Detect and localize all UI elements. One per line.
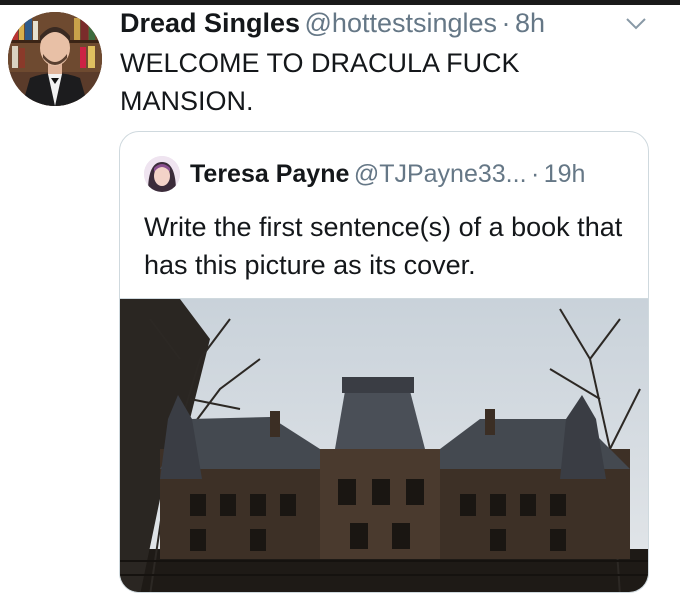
- separator-dot: ·: [501, 8, 511, 38]
- quoted-tweet-text: Write the first sentence(s) of a book th…: [144, 212, 623, 280]
- tweet-header: Dread Singles @hottestsingles · 8h: [120, 8, 545, 44]
- quoted-avatar[interactable]: [144, 156, 180, 192]
- top-edge-bar: [0, 0, 680, 5]
- quoted-display-name[interactable]: Teresa Payne: [190, 160, 349, 188]
- separator-dot: ·: [530, 160, 540, 188]
- mansion-photo[interactable]: [120, 298, 648, 592]
- tweet-time[interactable]: 8h: [515, 8, 545, 38]
- user-handle[interactable]: @hottestsingles: [305, 8, 498, 38]
- quoted-tweet-time[interactable]: 19h: [544, 160, 586, 188]
- tweet-text: WELCOME TO DRACULA FUCK MANSION.: [120, 48, 520, 116]
- quoted-tweet-card[interactable]: Teresa Payne @TJPayne33... · 19h Write t…: [119, 131, 649, 593]
- chevron-down-icon[interactable]: [624, 16, 648, 32]
- quoted-tweet-header: Teresa Payne @TJPayne33... · 19h: [190, 160, 585, 189]
- quoted-user-handle[interactable]: @TJPayne33...: [354, 160, 527, 188]
- display-name[interactable]: Dread Singles: [120, 8, 300, 38]
- avatar[interactable]: [8, 12, 102, 106]
